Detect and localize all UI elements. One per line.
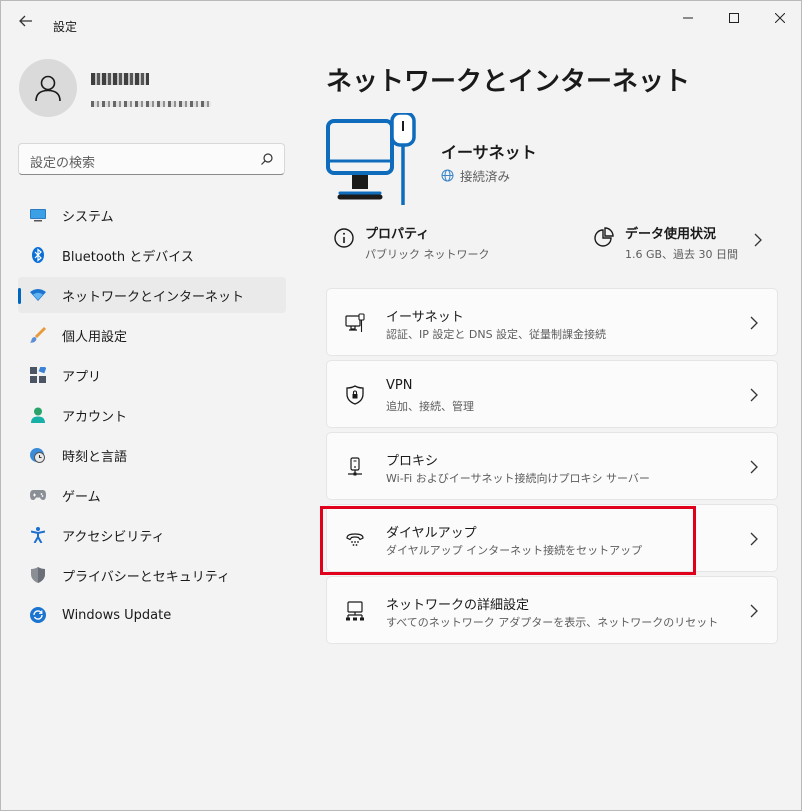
proxy-icon	[348, 457, 362, 476]
sidebar-item-label: Windows Update	[62, 607, 172, 623]
highlight-annotation-box	[320, 506, 696, 575]
arrow-left-icon	[19, 15, 32, 27]
card-title: ネットワークの詳細設定	[386, 598, 530, 613]
card-subtitle: 追加、接続、管理	[386, 400, 474, 413]
close-button[interactable]	[757, 1, 802, 35]
minimize-button[interactable]	[665, 1, 711, 35]
chevron-right-icon	[750, 316, 758, 330]
sidebar-nav: システム Bluetooth とデバイス ネットワークとインターネット 個人用設…	[18, 197, 286, 637]
wifi-icon	[30, 287, 46, 303]
chevron-right-icon	[750, 388, 758, 402]
sidebar-item-label: アプリ	[62, 369, 102, 385]
title-bar: 設定	[1, 1, 801, 41]
maximize-button[interactable]	[711, 1, 757, 35]
sidebar-item-bluetooth[interactable]: Bluetooth とデバイス	[18, 237, 286, 273]
system-icon	[30, 207, 46, 223]
sidebar-item-accessibility[interactable]: アクセシビリティ	[18, 517, 286, 553]
data-usage-title: データ使用状況	[625, 227, 717, 242]
account-icon	[30, 407, 46, 423]
sidebar-item-label: 個人用設定	[62, 329, 128, 345]
sidebar-item-time-language[interactable]: 時刻と言語	[18, 437, 286, 473]
info-icon	[334, 228, 354, 248]
sidebar-item-label: ゲーム	[62, 489, 101, 505]
sidebar-item-label: アクセシビリティ	[62, 529, 165, 545]
data-usage-link[interactable]: データ使用状況 1.6 GB、過去 30 日間	[593, 223, 738, 262]
chevron-right-icon	[750, 460, 758, 474]
connection-status-text: 接続済み	[460, 169, 511, 184]
maximize-icon	[729, 13, 739, 23]
chevron-right-icon	[750, 532, 758, 546]
card-subtitle: すべてのネットワーク アダプターを表示、ネットワークのリセット	[386, 616, 719, 629]
properties-title: プロパティ	[365, 227, 430, 242]
card-ethernet[interactable]: イーサネット 認証、IP 設定と DNS 設定、従量制課金接続	[326, 288, 778, 356]
sidebar-item-gaming[interactable]: ゲーム	[18, 477, 286, 513]
user-name-redacted	[91, 73, 149, 85]
app-title: 設定	[53, 20, 78, 34]
back-button[interactable]	[11, 9, 41, 33]
sidebar-item-network[interactable]: ネットワークとインターネット	[18, 277, 286, 313]
properties-link[interactable]: プロパティ パブリック ネットワーク	[333, 223, 490, 262]
brush-icon	[30, 327, 46, 343]
ethernet-monitor-icon	[326, 113, 416, 205]
user-email-redacted	[91, 101, 211, 107]
sidebar-item-windows-update[interactable]: Windows Update	[18, 597, 286, 633]
connection-name: イーサネット	[441, 143, 537, 162]
user-icon	[35, 75, 61, 102]
search-placeholder: 設定の検索	[30, 156, 96, 171]
pie-chart-icon	[594, 227, 614, 247]
globe-icon	[441, 169, 454, 182]
advanced-network-icon	[346, 601, 364, 621]
sidebar-item-label: Bluetooth とデバイス	[62, 249, 194, 265]
data-usage-subtitle: 1.6 GB、過去 30 日間	[625, 248, 739, 261]
connection-status: 接続済み	[441, 166, 510, 185]
chevron-right-icon	[754, 233, 762, 247]
sidebar-item-label: システム	[62, 209, 114, 225]
shield-icon	[30, 567, 46, 583]
settings-cards: イーサネット 認証、IP 設定と DNS 設定、従量制課金接続 VPN 追加、接…	[326, 288, 778, 648]
sidebar-item-system[interactable]: システム	[18, 197, 286, 233]
card-title: プロキシ	[386, 454, 439, 469]
minimize-icon	[683, 17, 693, 19]
card-vpn[interactable]: VPN 追加、接続、管理	[326, 360, 778, 428]
sidebar-item-accounts[interactable]: アカウント	[18, 397, 286, 433]
accessibility-icon	[30, 527, 46, 543]
card-subtitle: Wi-Fi およびイーサネット接続向けプロキシ サーバー	[386, 472, 650, 485]
sidebar-item-label: プライバシーとセキュリティ	[62, 569, 230, 585]
gamepad-icon	[30, 487, 46, 503]
page-title: ネットワークとインターネット	[326, 67, 691, 97]
sidebar-item-apps[interactable]: アプリ	[18, 357, 286, 393]
card-title: VPN	[386, 378, 413, 393]
search-input[interactable]: 設定の検索	[18, 143, 285, 175]
card-title: イーサネット	[386, 310, 464, 325]
update-icon	[30, 607, 46, 623]
sidebar-item-label: アカウント	[62, 409, 128, 425]
vpn-shield-icon	[346, 385, 364, 405]
sidebar-item-personalization[interactable]: 個人用設定	[18, 317, 286, 353]
sidebar-item-privacy[interactable]: プライバシーとセキュリティ	[18, 557, 286, 593]
card-proxy[interactable]: プロキシ Wi-Fi およびイーサネット接続向けプロキシ サーバー	[326, 432, 778, 500]
apps-icon	[30, 367, 46, 383]
settings-window: 設定 設定の検索 システム Bluetooth とデバイス ネットワークとインタ…	[0, 0, 802, 811]
card-advanced-network[interactable]: ネットワークの詳細設定 すべてのネットワーク アダプターを表示、ネットワークのリ…	[326, 576, 778, 644]
close-icon	[775, 13, 785, 23]
ethernet-icon	[345, 313, 365, 332]
sidebar-item-label: ネットワークとインターネット	[62, 289, 245, 305]
search-icon	[261, 153, 273, 165]
card-subtitle: 認証、IP 設定と DNS 設定、従量制課金接続	[386, 328, 607, 341]
sidebar-item-label: 時刻と言語	[62, 449, 128, 465]
avatar[interactable]	[19, 59, 77, 117]
chevron-right-icon	[750, 604, 758, 618]
properties-subtitle: パブリック ネットワーク	[365, 248, 490, 261]
bluetooth-icon	[30, 247, 46, 263]
time-language-icon	[30, 447, 46, 463]
